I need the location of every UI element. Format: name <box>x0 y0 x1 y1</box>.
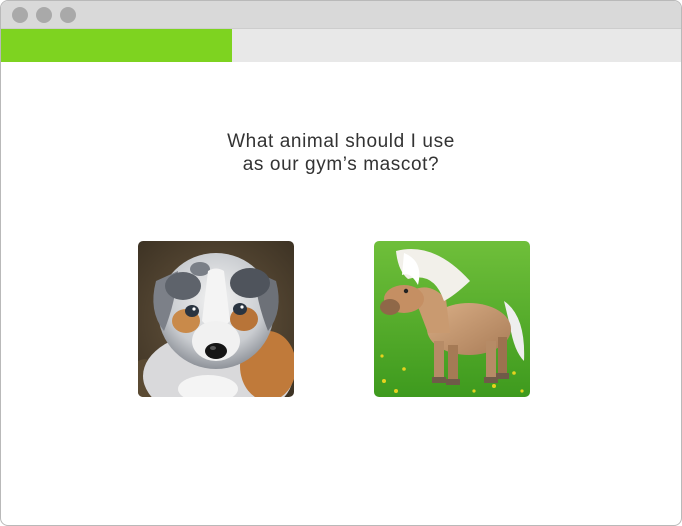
question-line-2: as our gym’s mascot? <box>242 154 440 175</box>
progress-bar <box>1 29 681 62</box>
question-text: What animal should I use as our gym’s ma… <box>1 130 681 176</box>
minimize-window-button[interactable] <box>36 7 52 23</box>
answer-option-puppy[interactable] <box>138 241 294 397</box>
close-window-button[interactable] <box>12 7 28 23</box>
answer-option-pony[interactable] <box>374 241 530 397</box>
browser-window: What animal should I use as our gym’s ma… <box>0 0 682 526</box>
question-line-1: What animal should I use <box>227 131 455 152</box>
maximize-window-button[interactable] <box>60 7 76 23</box>
window-titlebar <box>1 1 681 29</box>
progress-bar-fill <box>1 29 233 62</box>
pony-photo <box>374 241 530 397</box>
puppy-photo <box>138 241 294 397</box>
